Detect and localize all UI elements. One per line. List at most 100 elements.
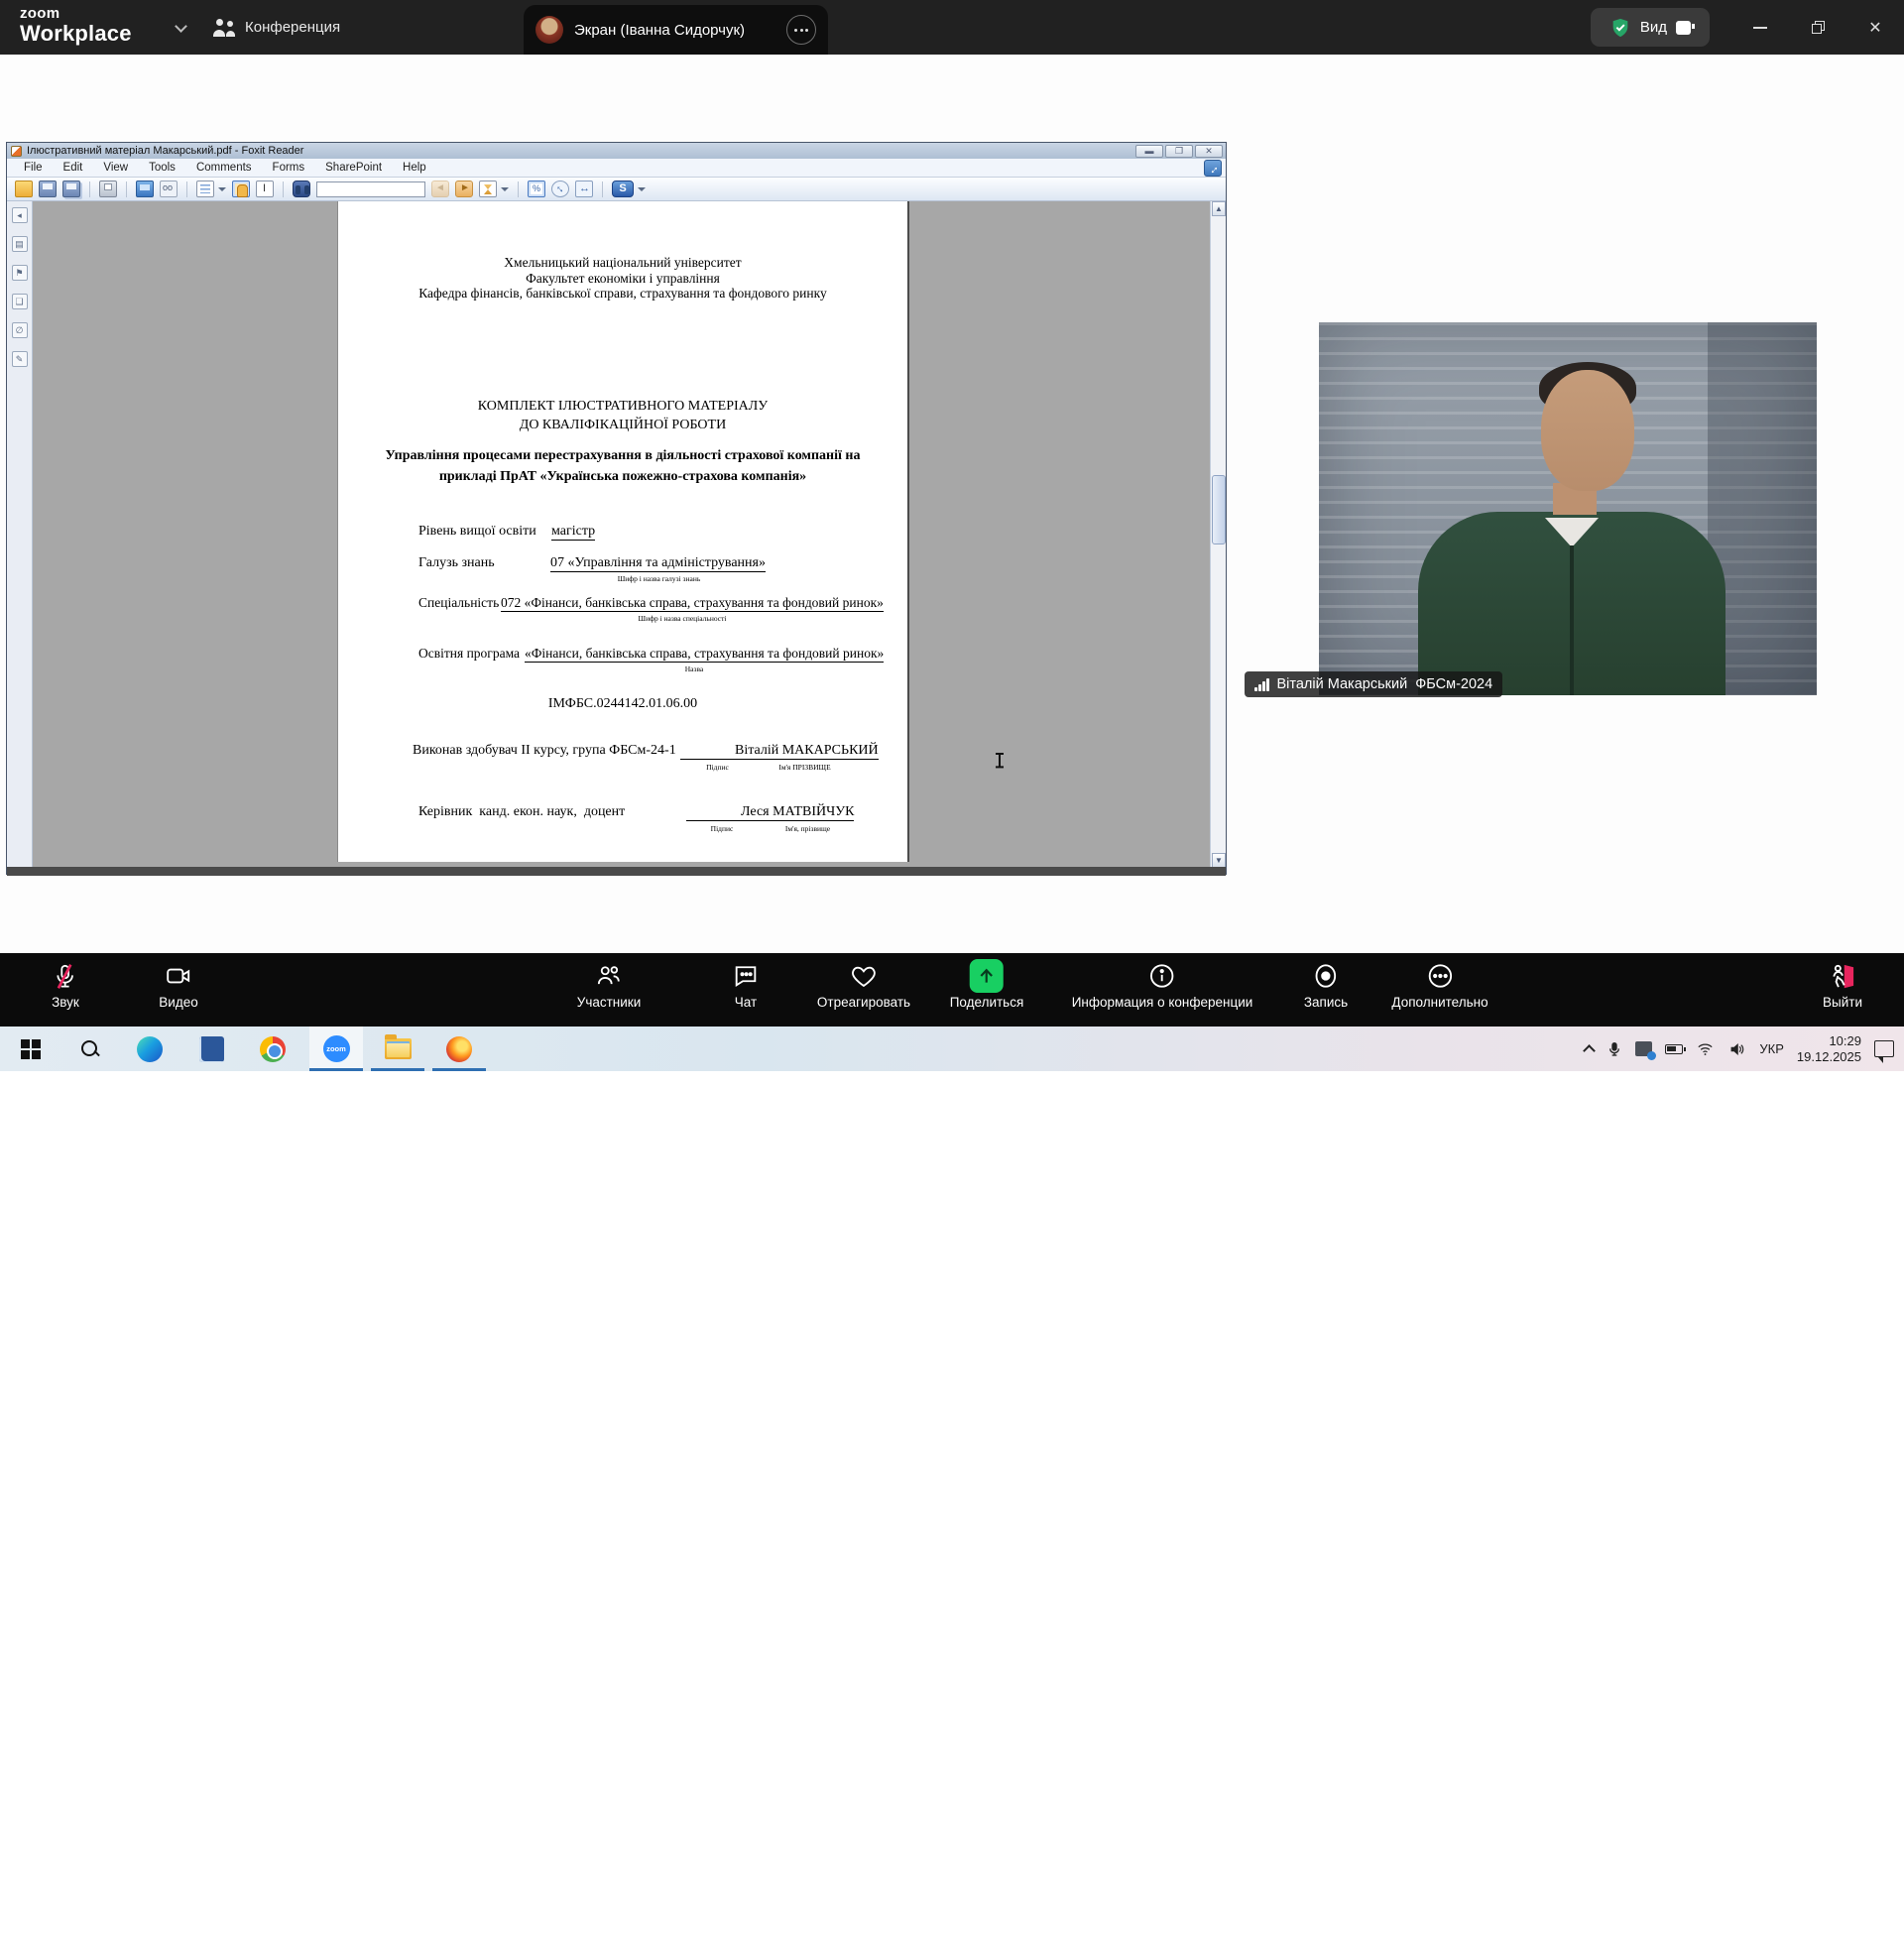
save-all-icon[interactable]: [62, 181, 80, 197]
participants-chevron-icon[interactable]: [668, 1921, 681, 1934]
sharepoint-dropdown-icon[interactable]: [638, 187, 646, 191]
previous-view-icon[interactable]: [431, 181, 449, 197]
clipboard-dropdown-icon[interactable]: [218, 187, 226, 191]
sharepoint-icon[interactable]: S: [612, 181, 634, 197]
audio-button[interactable]: Звук: [52, 960, 79, 1010]
chat-button[interactable]: Чат: [732, 960, 760, 1010]
leave-button[interactable]: Выйти: [1823, 960, 1862, 1010]
print-icon[interactable]: [99, 181, 117, 197]
foxit-restore-icon[interactable]: ❐: [1165, 145, 1193, 158]
foxit-minimize-icon[interactable]: ▬: [1135, 145, 1163, 158]
signature-panel-icon[interactable]: ✎: [12, 351, 28, 367]
find-input[interactable]: [316, 181, 425, 197]
taskbar-edge[interactable]: [123, 1027, 177, 1071]
restore-button[interactable]: [1795, 0, 1841, 55]
menu-tools[interactable]: Tools: [149, 162, 176, 174]
menu-sharepoint[interactable]: SharePoint: [325, 162, 382, 174]
wifi-icon[interactable]: [1696, 1041, 1715, 1057]
menu-help[interactable]: Help: [403, 162, 426, 174]
more-button[interactable]: Дополнительно: [1391, 960, 1488, 1010]
tab-shared-screen[interactable]: Экран (Іванна Сидорчук): [524, 5, 828, 55]
view-button[interactable]: Вид: [1591, 8, 1710, 47]
open-file-icon[interactable]: [15, 181, 33, 197]
video-button[interactable]: Видео: [159, 960, 197, 1010]
microphone-muted-icon: [53, 960, 79, 992]
record-button[interactable]: Запись: [1304, 960, 1348, 1010]
tab-options-ellipsis-icon[interactable]: [786, 15, 816, 45]
scroll-up-icon[interactable]: ▲: [1212, 201, 1226, 216]
react-button[interactable]: Отреагировать: [817, 960, 910, 1010]
scroll-thumb[interactable]: [1212, 475, 1226, 544]
doc-author-signature-line: [680, 743, 735, 760]
hand-tool-icon[interactable]: [232, 181, 250, 197]
minimize-button[interactable]: [1737, 0, 1783, 55]
revert-dropdown-icon[interactable]: [501, 187, 509, 191]
scroll-down-icon[interactable]: ▼: [1212, 853, 1226, 868]
doc-author-label: Виконав здобувач ІІ курсу, група ФБСм-24…: [413, 743, 676, 759]
menu-edit[interactable]: Edit: [63, 162, 83, 174]
doc-field-caption: Шифр і назва галузі знань: [550, 574, 768, 583]
pages-panel-icon[interactable]: ▤: [12, 236, 28, 252]
read-mode-icon[interactable]: [160, 181, 178, 197]
revert-icon[interactable]: [479, 181, 497, 197]
menu-forms[interactable]: Forms: [273, 162, 305, 174]
more-label: Дополнительно: [1391, 995, 1488, 1010]
participants-button[interactable]: Участники: [577, 960, 642, 1010]
save-icon[interactable]: [39, 181, 57, 197]
chat-icon: [732, 960, 760, 992]
fit-width-icon[interactable]: [575, 181, 593, 197]
menu-file[interactable]: File: [24, 162, 43, 174]
security-shield-icon: [1609, 17, 1631, 39]
taskbar-file-explorer[interactable]: [371, 1027, 424, 1071]
participants-icon: [595, 960, 623, 992]
foxit-reader-window: Ілюстративний матеріал Макарський.pdf - …: [6, 142, 1227, 875]
foxit-fullscreen-icon[interactable]: ↔: [1204, 160, 1222, 177]
language-indicator[interactable]: УКР: [1759, 1041, 1784, 1056]
audio-chevron-icon[interactable]: [98, 1921, 111, 1934]
foxit-document-area: ◂ ▤ ⚑ ❑ ∅ ✎ Хмельницький національний ун…: [7, 201, 1226, 868]
fullscreen-mode-icon[interactable]: [136, 181, 154, 197]
clipboard-icon[interactable]: [196, 181, 214, 197]
find-icon[interactable]: [293, 181, 310, 197]
fit-page-icon[interactable]: [551, 181, 569, 197]
taskbar-search-button[interactable]: [63, 1027, 117, 1071]
tray-expand-chevron-icon[interactable]: [1584, 1044, 1597, 1057]
foxit-title-bar[interactable]: Ілюстративний матеріал Макарський.pdf - …: [7, 143, 1226, 159]
speaker-icon[interactable]: [1727, 1041, 1746, 1057]
taskbar-clock[interactable]: 10:29 19.12.2025: [1797, 1033, 1861, 1065]
taskbar-zoom[interactable]: [309, 1027, 363, 1071]
windows-logo-icon: [21, 1039, 41, 1059]
leave-label: Выйти: [1823, 995, 1862, 1010]
menu-view[interactable]: View: [103, 162, 128, 174]
video-chevron-icon[interactable]: [218, 1921, 231, 1934]
participant-video[interactable]: [1319, 322, 1817, 695]
collapse-panel-icon[interactable]: ◂: [12, 207, 28, 223]
vertical-scrollbar[interactable]: ▲ ▼: [1210, 201, 1226, 868]
taskbar-word[interactable]: [184, 1027, 238, 1071]
comments-panel-icon[interactable]: ❑: [12, 294, 28, 309]
meeting-top-bar: zoom Workplace Конференция Экран (Іванна…: [0, 0, 1904, 55]
share-button[interactable]: Поделиться: [950, 960, 1024, 1010]
doc-author-name: Віталій МАКАРСЬКИЙ: [735, 743, 879, 760]
battery-icon[interactable]: [1665, 1044, 1683, 1054]
start-button[interactable]: [4, 1027, 58, 1071]
tray-app-status-icon[interactable]: [1635, 1041, 1652, 1056]
workspace-chevron-down-icon[interactable]: [175, 20, 187, 33]
doc-university: Хмельницький національний університет: [338, 255, 907, 271]
taskbar-chrome[interactable]: [246, 1027, 299, 1071]
action-center-icon[interactable]: [1874, 1040, 1894, 1057]
chat-chevron-icon[interactable]: [783, 1921, 796, 1934]
meeting-info-button[interactable]: Информация о конференции: [1072, 960, 1253, 1010]
taskbar-firefox[interactable]: [432, 1027, 486, 1071]
foxit-close-icon[interactable]: ✕: [1195, 145, 1223, 158]
react-chevron-icon[interactable]: [906, 1921, 919, 1934]
tab-conference[interactable]: Конференция: [213, 0, 340, 55]
actual-size-icon[interactable]: [528, 181, 545, 197]
close-button[interactable]: ✕: [1852, 0, 1898, 55]
next-view-icon[interactable]: [455, 181, 473, 197]
select-text-icon[interactable]: [256, 181, 274, 197]
attachments-panel-icon[interactable]: ∅: [12, 322, 28, 338]
menu-comments[interactable]: Comments: [196, 162, 252, 174]
tray-microphone-icon[interactable]: [1606, 1040, 1622, 1058]
bookmarks-panel-icon[interactable]: ⚑: [12, 265, 28, 281]
